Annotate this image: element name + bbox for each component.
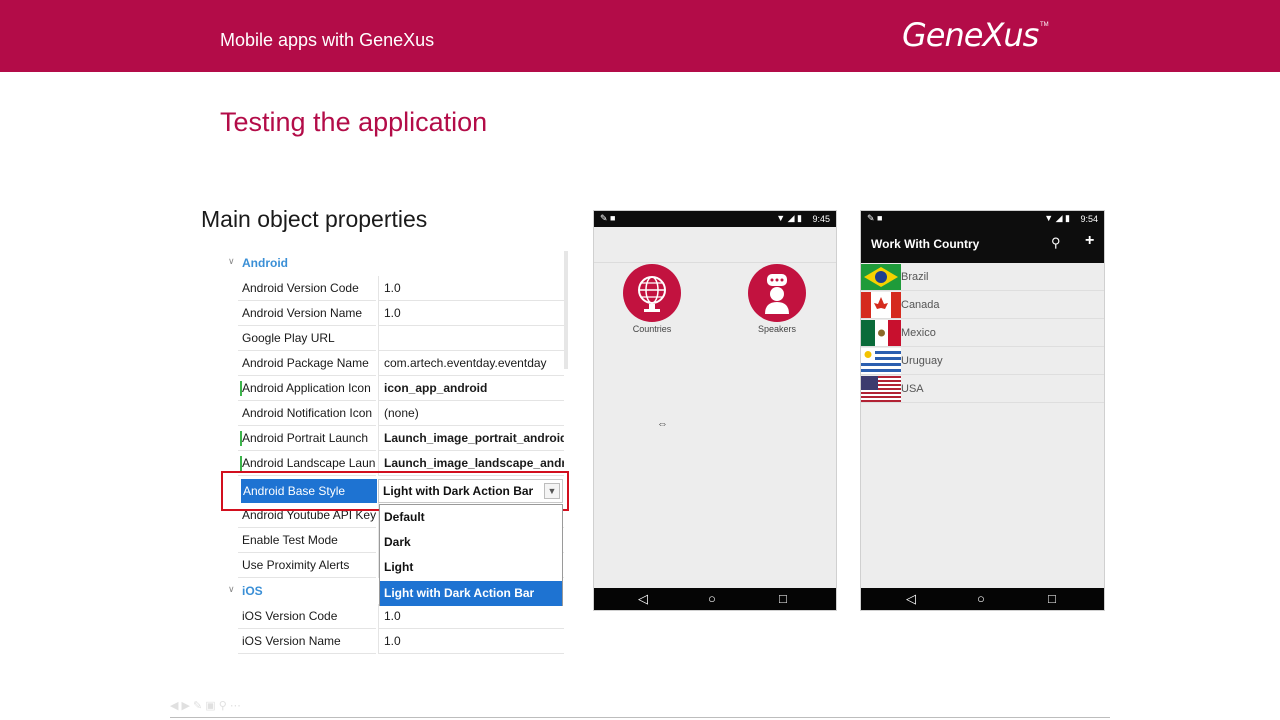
dropdown-option[interactable]: Default xyxy=(380,505,562,530)
property-row[interactable]: Android Package Name com.artech.eventday… xyxy=(226,351,564,376)
property-name: Android Version Code xyxy=(238,276,376,301)
recents-icon[interactable]: □ xyxy=(1048,591,1056,606)
property-name: Android Version Name xyxy=(238,301,376,326)
uruguay-flag-icon xyxy=(861,348,901,374)
property-value[interactable] xyxy=(378,326,564,351)
dropdown-option-selected[interactable]: Light with Dark Action Bar xyxy=(380,581,562,606)
property-row[interactable]: Android Portrait Launch Launch_image_por… xyxy=(226,426,564,451)
slide-title: Testing the application xyxy=(220,107,488,137)
property-value[interactable]: Launch_image_portrait_android xyxy=(378,426,564,451)
dropdown-option[interactable]: Dark xyxy=(380,530,562,555)
canada-flag-icon xyxy=(861,292,901,318)
country-row-usa[interactable]: USA xyxy=(861,375,1104,403)
logo-trademark: TM xyxy=(1040,22,1049,28)
property-name: Google Play URL xyxy=(238,326,376,351)
property-value[interactable]: icon_app_android xyxy=(378,376,564,401)
property-name: iOS Version Name xyxy=(238,629,376,654)
mexico-flag-icon xyxy=(861,320,901,346)
screen-title: Work With Country xyxy=(871,237,980,251)
signal-icon: ▼ ◢ ▮ xyxy=(776,213,802,223)
property-row[interactable]: Android Notification Icon (none) xyxy=(226,401,564,426)
property-value[interactable]: 1.0 xyxy=(378,276,564,301)
recents-icon[interactable]: □ xyxy=(779,591,787,606)
action-bar: Work With Country ⚲ + xyxy=(861,227,1104,263)
presentation-toolbar[interactable]: ◀ ▶ ✎ ▣ ⚲ ⋯ xyxy=(170,699,330,715)
header-title: Mobile apps with GeneXus xyxy=(220,30,435,50)
bottom-divider xyxy=(170,717,1110,718)
country-row-brazil[interactable]: Brazil xyxy=(861,263,1104,291)
country-name: Brazil xyxy=(901,271,929,283)
property-value[interactable]: (none) xyxy=(378,401,564,426)
property-row[interactable]: iOS Version Code 1.0 xyxy=(226,604,564,629)
navigation-bar: ◁ ○ □ xyxy=(861,588,1104,610)
signal-icon: ▼ ◢ ▮ xyxy=(1044,213,1070,223)
property-name: Android Notification Icon xyxy=(238,401,376,426)
navigation-bar: ◁ ○ □ xyxy=(594,588,836,610)
chevron-down-icon[interactable]: ∨ xyxy=(228,256,238,268)
slide-header: Mobile apps with GeneXus GeneXus TM xyxy=(0,0,1280,72)
section-title: Main object properties xyxy=(201,206,428,232)
property-name: iOS Version Code xyxy=(238,604,376,629)
property-row[interactable]: Android Version Code 1.0 xyxy=(226,276,564,301)
globe-icon[interactable] xyxy=(623,264,681,322)
speaker-icon[interactable] xyxy=(748,264,806,322)
property-name: Android Portrait Launch xyxy=(238,426,376,451)
category-android[interactable]: ∨ Android xyxy=(226,251,564,276)
slide-page: Mobile apps with GeneXus GeneXus TM Test… xyxy=(0,0,1280,720)
status-time: 9:54 xyxy=(1080,214,1098,224)
property-name: Enable Test Mode xyxy=(238,528,376,553)
phone-screen-main: ✎ ■ ▼ ◢ ▮ 9:45 Countries Speakers ◁ ○ □ xyxy=(593,210,837,611)
property-value[interactable]: 1.0 xyxy=(378,604,564,629)
country-row-canada[interactable]: Canada xyxy=(861,291,1104,319)
base-style-dropdown[interactable]: Default Dark Light Light with Dark Actio… xyxy=(379,504,563,606)
back-icon[interactable]: ◁ xyxy=(638,591,648,607)
dropdown-option[interactable]: Light xyxy=(380,555,562,580)
property-row[interactable]: iOS Version Name 1.0 xyxy=(226,629,564,654)
property-name: Use Proximity Alerts xyxy=(238,553,376,578)
country-name: Mexico xyxy=(901,327,936,339)
property-row[interactable]: Android Application Icon icon_app_androi… xyxy=(226,376,564,401)
status-bar: ✎ ■ ▼ ◢ ▮ 9:45 xyxy=(594,211,836,227)
back-icon[interactable]: ◁ xyxy=(906,591,916,607)
genexus-logo: GeneXus xyxy=(902,16,1039,54)
brazil-flag-icon xyxy=(861,264,901,290)
status-bar: ✎ ■ ▼ ◢ ▮ 9:54 xyxy=(861,211,1104,227)
cursor-icon: ⇔ xyxy=(657,418,668,430)
country-name: Uruguay xyxy=(901,355,943,367)
action-bar xyxy=(594,227,836,263)
status-time: 9:45 xyxy=(812,214,830,224)
country-name: USA xyxy=(901,383,924,395)
phone-screen-countries: ✎ ■ ▼ ◢ ▮ 9:54 Work With Country ⚲ + Bra… xyxy=(860,210,1105,611)
notification-icons: ✎ ■ xyxy=(600,213,616,223)
search-icon[interactable]: ⚲ xyxy=(1051,235,1061,251)
grid-scrollbar[interactable] xyxy=(564,251,568,369)
tile-label: Countries xyxy=(632,324,672,334)
country-name: Canada xyxy=(901,299,940,311)
tile-label: Speakers xyxy=(757,324,797,334)
property-row[interactable]: Android Version Name 1.0 xyxy=(226,301,564,326)
property-value[interactable]: 1.0 xyxy=(378,301,564,326)
usa-flag-icon xyxy=(861,376,901,402)
tile-speakers[interactable]: Speakers xyxy=(737,264,817,344)
country-row-uruguay[interactable]: Uruguay xyxy=(861,347,1104,375)
category-label: iOS xyxy=(242,584,263,598)
property-name: Android Package Name xyxy=(238,351,376,376)
home-icon[interactable]: ○ xyxy=(708,591,716,606)
chevron-down-icon[interactable]: ∨ xyxy=(228,584,238,596)
property-name: Android Application Icon xyxy=(238,376,376,401)
add-icon[interactable]: + xyxy=(1085,232,1094,250)
country-row-mexico[interactable]: Mexico xyxy=(861,319,1104,347)
property-value[interactable]: 1.0 xyxy=(378,629,564,654)
notification-icons: ✎ ■ xyxy=(867,213,883,223)
category-label: Android xyxy=(242,256,288,270)
tile-countries[interactable]: Countries xyxy=(612,264,692,344)
property-value[interactable]: com.artech.eventday.eventday xyxy=(378,351,564,376)
property-row[interactable]: Google Play URL xyxy=(226,326,564,351)
home-icon[interactable]: ○ xyxy=(977,591,985,606)
